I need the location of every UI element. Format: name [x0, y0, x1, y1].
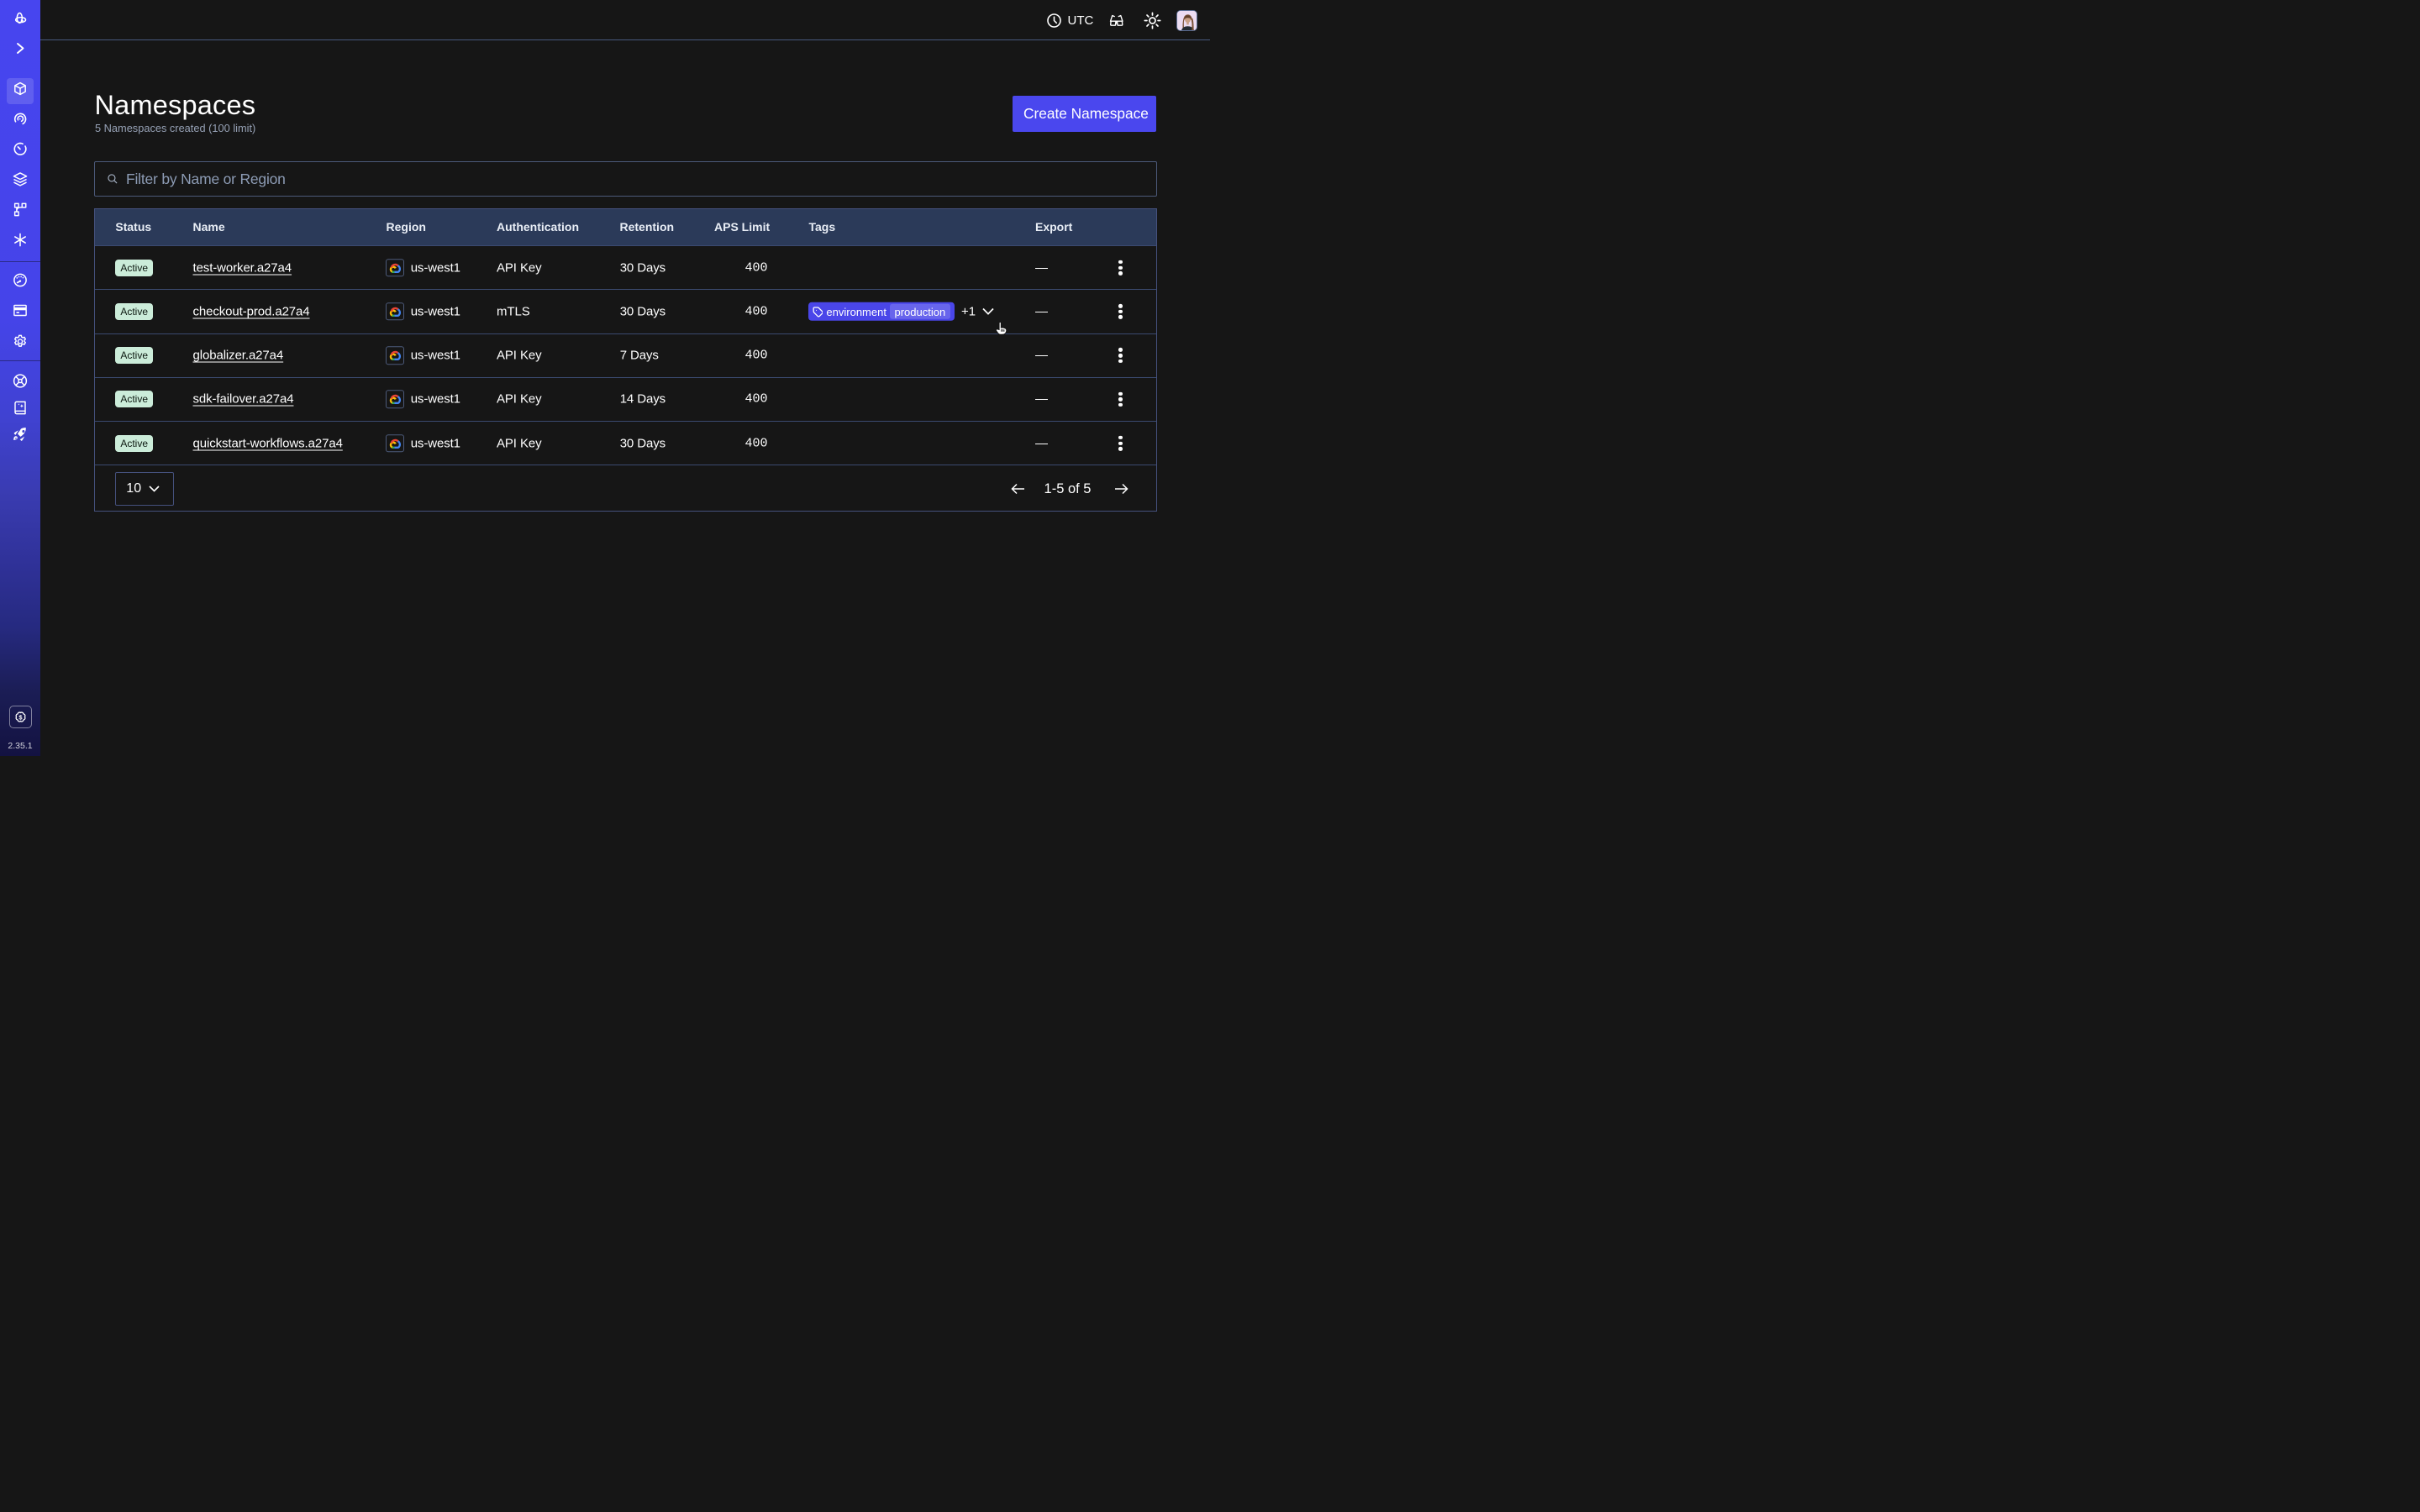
svg-text:$: $	[18, 713, 23, 721]
